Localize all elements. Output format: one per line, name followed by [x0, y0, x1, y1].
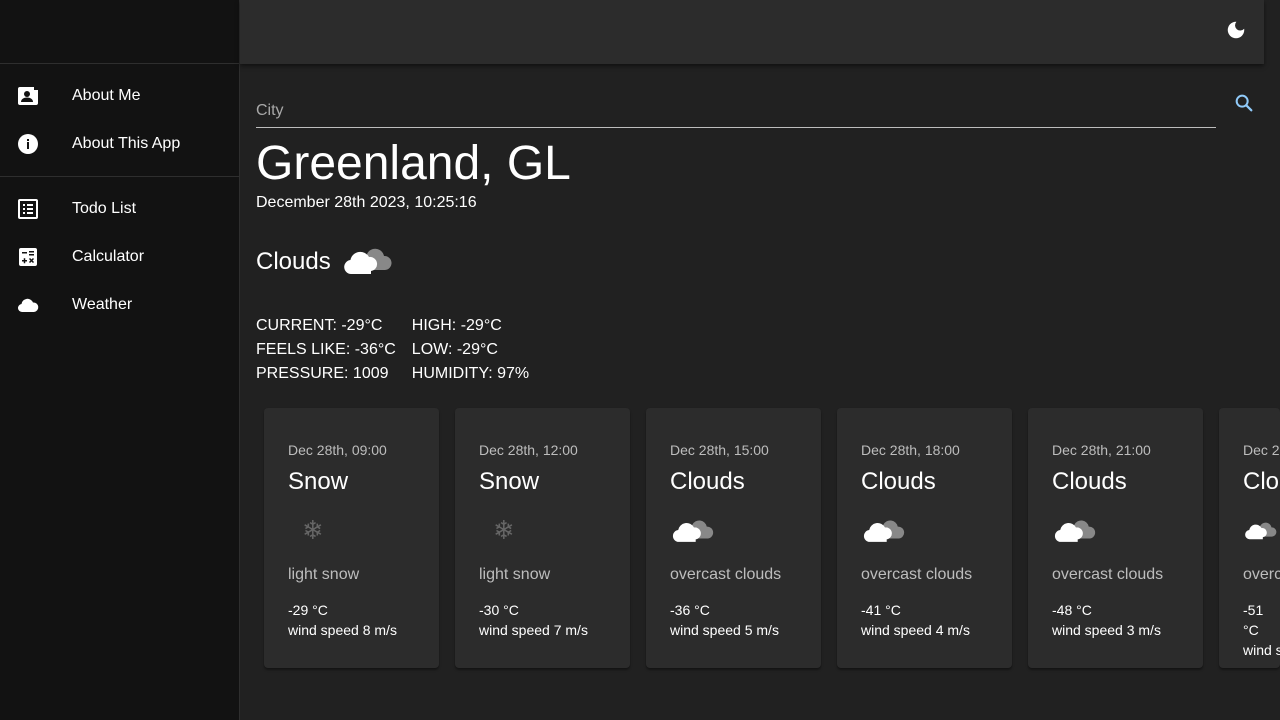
- forecast-desc: overcast clouds: [1052, 566, 1164, 583]
- clouds-icon: [861, 506, 988, 554]
- forecast-desc: overcast clouds: [1243, 566, 1280, 583]
- forecast-main: Clouds: [670, 468, 745, 495]
- forecast-temp: -36 °C: [670, 602, 710, 618]
- sidebar-item-label: Todo List: [72, 200, 137, 217]
- nav-group-apps: Todo List Calculator Weather: [0, 176, 239, 337]
- clouds-icon: [670, 506, 797, 554]
- forecast-time: Dec 28th, 09:00: [288, 442, 387, 458]
- forecast-wind: wind speed 5 m/s: [670, 622, 779, 638]
- app-bar: [240, 0, 1264, 64]
- location-title: Greenland, GL: [256, 137, 571, 190]
- condition-label: Clouds: [256, 248, 331, 275]
- forecast-wind: wind speed 3 m/s: [1243, 642, 1280, 658]
- sidebar-item-label: About This App: [72, 135, 181, 152]
- forecast-desc: light snow: [479, 566, 551, 583]
- forecast-card: Dec 28th, 18:00 Clouds overcast clouds -…: [837, 408, 1012, 668]
- forecast-wind: wind speed 7 m/s: [479, 622, 588, 638]
- feels-like: FEELS LIKE: -36°C: [256, 341, 396, 358]
- sidebar-item-label: Calculator: [72, 248, 145, 265]
- forecast-card: Dec 29th, 00:00 Clouds overcast clouds -…: [1219, 408, 1280, 668]
- forecast-time: Dec 28th, 15:00: [670, 442, 769, 458]
- search-icon: [1233, 92, 1255, 119]
- sidebar-item-label: Weather: [72, 296, 133, 313]
- forecast-temp: -30 °C: [479, 602, 519, 618]
- moon-icon: [1225, 19, 1247, 46]
- forecast-main: Snow: [288, 468, 349, 495]
- forecast-card: Dec 28th, 15:00 Clouds overcast clouds -…: [646, 408, 821, 668]
- info-icon: [16, 132, 40, 156]
- forecast-time: Dec 28th, 18:00: [861, 442, 960, 458]
- high-temp: HIGH: -29°C: [411, 317, 502, 334]
- forecast-time: Dec 29th, 00:00: [1243, 442, 1280, 458]
- stats-column-left: CURRENT: -29°C FEELS LIKE: -36°C PRESSUR…: [256, 314, 396, 386]
- contact-card-icon: [16, 84, 40, 108]
- clouds-icon: [1052, 506, 1179, 554]
- forecast-wind: wind speed 4 m/s: [861, 622, 970, 638]
- forecast-wind: wind speed 8 m/s: [288, 622, 397, 638]
- low-temp: LOW: -29°C: [411, 341, 498, 358]
- forecast-temp: -48 °C: [1052, 602, 1092, 618]
- forecast-main: Snow: [479, 468, 540, 495]
- forecast-temp: -41 °C: [861, 602, 901, 618]
- current-condition: Clouds: [256, 242, 397, 282]
- forecast-main: Clouds: [1243, 468, 1280, 495]
- forecast-list: Dec 28th, 09:00 Snow ❄ light snow -29 °C…: [264, 408, 1280, 668]
- datetime: December 28th 2023, 10:25:16: [256, 194, 477, 211]
- clouds-icon: [341, 240, 397, 285]
- sidebar: About Me About This App Todo List Calcul…: [0, 0, 240, 720]
- current-temp: CURRENT: -29°C: [256, 317, 383, 334]
- search-row: [256, 88, 1256, 128]
- search-button[interactable]: [1232, 93, 1256, 117]
- clouds-icon: [1243, 506, 1280, 554]
- stats-column-right: HIGH: -29°C LOW: -29°C HUMIDITY: 97%: [412, 314, 529, 386]
- calculator-icon: [16, 245, 40, 269]
- sidebar-item-label: About Me: [72, 87, 141, 104]
- forecast-desc: overcast clouds: [861, 566, 973, 583]
- sidebar-item-about-me[interactable]: About Me: [0, 72, 239, 120]
- sidebar-item-about-app[interactable]: About This App: [0, 120, 239, 168]
- forecast-card: Dec 28th, 12:00 Snow ❄ light snow -30 °C…: [455, 408, 630, 668]
- city-input[interactable]: [256, 94, 1216, 128]
- sidebar-item-weather[interactable]: Weather: [0, 281, 239, 329]
- forecast-temp: -51 °C: [1243, 602, 1264, 638]
- sidebar-item-todo[interactable]: Todo List: [0, 185, 239, 233]
- forecast-temp: -29 °C: [288, 602, 328, 618]
- snow-icon: ❄: [302, 514, 324, 545]
- forecast-desc: overcast clouds: [670, 566, 782, 583]
- forecast-wind: wind speed 3 m/s: [1052, 622, 1161, 638]
- humidity: HUMIDITY: 97%: [411, 365, 530, 382]
- sidebar-header: [0, 0, 239, 64]
- nav-group-personal: About Me About This App: [0, 64, 239, 176]
- forecast-card: Dec 28th, 21:00 Clouds overcast clouds -…: [1028, 408, 1203, 668]
- forecast-main: Clouds: [1052, 468, 1127, 495]
- forecast-desc: light snow: [288, 566, 360, 583]
- forecast-time: Dec 28th, 12:00: [479, 442, 578, 458]
- cloud-icon: [16, 293, 40, 317]
- forecast-card: Dec 28th, 09:00 Snow ❄ light snow -29 °C…: [264, 408, 439, 668]
- forecast-time: Dec 28th, 21:00: [1052, 442, 1151, 458]
- theme-toggle-button[interactable]: [1224, 20, 1248, 44]
- sidebar-item-calculator[interactable]: Calculator: [0, 233, 239, 281]
- snow-icon: ❄: [493, 514, 515, 545]
- list-icon: [16, 197, 40, 221]
- pressure: PRESSURE: 1009: [256, 365, 389, 382]
- forecast-main: Clouds: [861, 468, 936, 495]
- weather-stats: CURRENT: -29°C FEELS LIKE: -36°C PRESSUR…: [256, 314, 545, 386]
